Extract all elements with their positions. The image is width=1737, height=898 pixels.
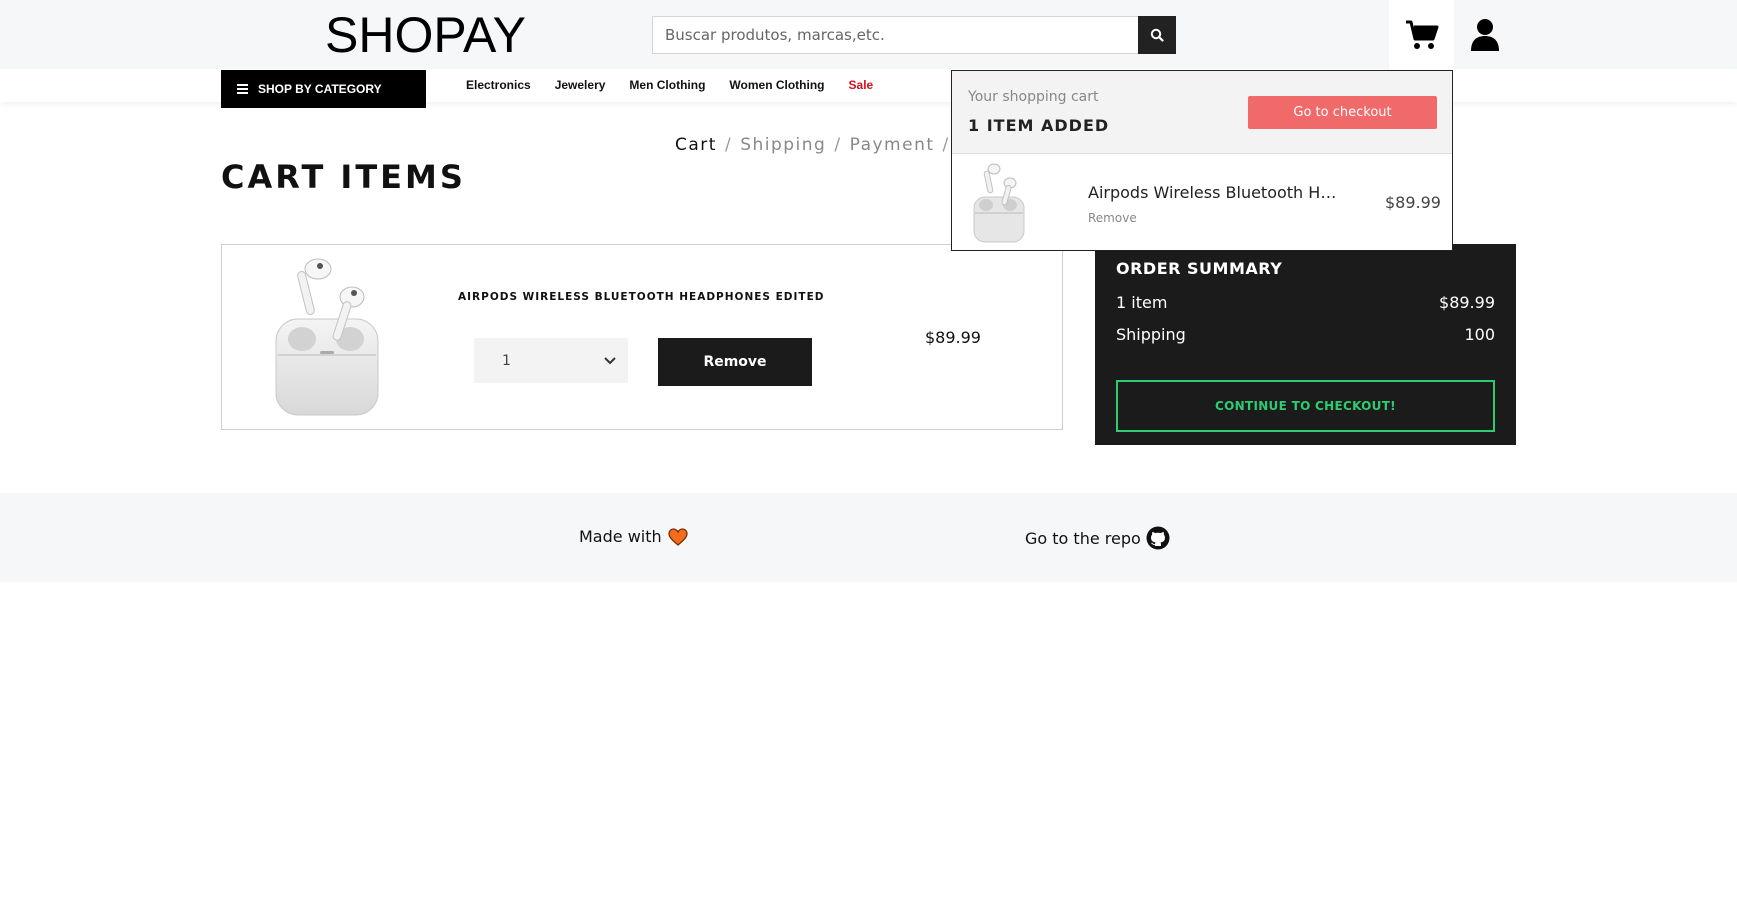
heart-icon [667, 527, 688, 546]
summary-shipping-value: 100 [1464, 325, 1495, 344]
nav-links: Electronics Jewelery Men Clothing Women … [466, 78, 897, 92]
nav-link-men-clothing[interactable]: Men Clothing [629, 78, 705, 92]
cart-item-price: $89.99 [925, 328, 981, 347]
cart-button[interactable] [1389, 0, 1454, 70]
search-button[interactable] [1138, 16, 1176, 54]
nav-link-women-clothing[interactable]: Women Clothing [729, 78, 824, 92]
nav-link-sale[interactable]: Sale [849, 78, 874, 92]
breadcrumb-separator: / [834, 135, 842, 155]
airpods-image[interactable] [272, 257, 382, 417]
breadcrumb: Cart / Shipping / Payment / [675, 135, 958, 155]
github-icon [1146, 526, 1170, 550]
search-bar [652, 16, 1176, 54]
summary-items-label: 1 item [1116, 293, 1168, 312]
repo-link-label: Go to the repo [1025, 528, 1141, 548]
footer: Made with Go to the repo [0, 493, 1737, 582]
dropdown-item-name[interactable]: Airpods Wireless Bluetooth Headphones Ed… [1088, 183, 1338, 202]
breadcrumb-payment[interactable]: Payment [850, 135, 935, 155]
user-button[interactable] [1465, 0, 1505, 70]
cart-icon [1405, 20, 1438, 49]
category-button-label: SHOP BY CATEGORY [258, 82, 382, 96]
search-input[interactable] [653, 17, 1139, 53]
summary-items-row: 1 item $89.99 [1116, 293, 1495, 312]
quantity-select[interactable]: 1 [474, 338, 628, 383]
summary-items-value: $89.99 [1439, 293, 1495, 312]
site-logo[interactable]: SHOPAY [325, 4, 526, 66]
top-header: SHOPAY [0, 0, 1737, 70]
user-icon [1471, 19, 1499, 51]
breadcrumb-separator: / [724, 135, 733, 155]
cart-dropdown-count: 1 ITEM ADDED [968, 116, 1110, 135]
dropdown-item-price: $89.99 [1385, 193, 1441, 212]
cart-item-name[interactable]: AIRPODS WIRELESS BLUETOOTH HEADPHONES ED… [458, 291, 824, 303]
page-title: CART ITEMS [221, 158, 466, 196]
nav-link-jewelery[interactable]: Jewelery [555, 78, 606, 92]
quantity-value: 1 [502, 352, 511, 369]
go-to-checkout-button[interactable]: Go to checkout [1248, 96, 1437, 129]
remove-item-button[interactable]: Remove [658, 338, 812, 386]
shop-by-category-button[interactable]: SHOP BY CATEGORY [221, 70, 426, 108]
cart-dropdown-header: Your shopping cart 1 ITEM ADDED Go to ch… [952, 71, 1452, 154]
repo-link[interactable]: Go to the repo [1025, 526, 1170, 550]
breadcrumb-separator: / [942, 135, 950, 155]
order-summary: ORDER SUMMARY 1 item $89.99 Shipping 100… [1095, 244, 1516, 445]
search-icon [1150, 28, 1164, 42]
cart-dropdown-subtitle: Your shopping cart [968, 89, 1099, 105]
order-summary-title: ORDER SUMMARY [1116, 259, 1283, 278]
nav-link-electronics[interactable]: Electronics [466, 78, 531, 92]
summary-shipping-row: Shipping 100 [1116, 325, 1495, 344]
summary-shipping-label: Shipping [1116, 325, 1186, 344]
chevron-down-icon [604, 356, 616, 364]
made-with-label: Made with [579, 527, 662, 546]
made-with: Made with [579, 527, 688, 546]
cart-dropdown: Your shopping cart 1 ITEM ADDED Go to ch… [951, 70, 1453, 251]
dropdown-item-remove[interactable]: Remove [1088, 211, 1137, 225]
breadcrumb-cart[interactable]: Cart [675, 135, 717, 155]
menu-icon [237, 82, 248, 96]
dropdown-item-image [973, 163, 1025, 243]
continue-to-checkout-button[interactable]: CONTINUE TO CHECKOUT! [1116, 380, 1495, 432]
cart-item: AIRPODS WIRELESS BLUETOOTH HEADPHONES ED… [221, 244, 1063, 430]
breadcrumb-shipping[interactable]: Shipping [740, 135, 826, 155]
